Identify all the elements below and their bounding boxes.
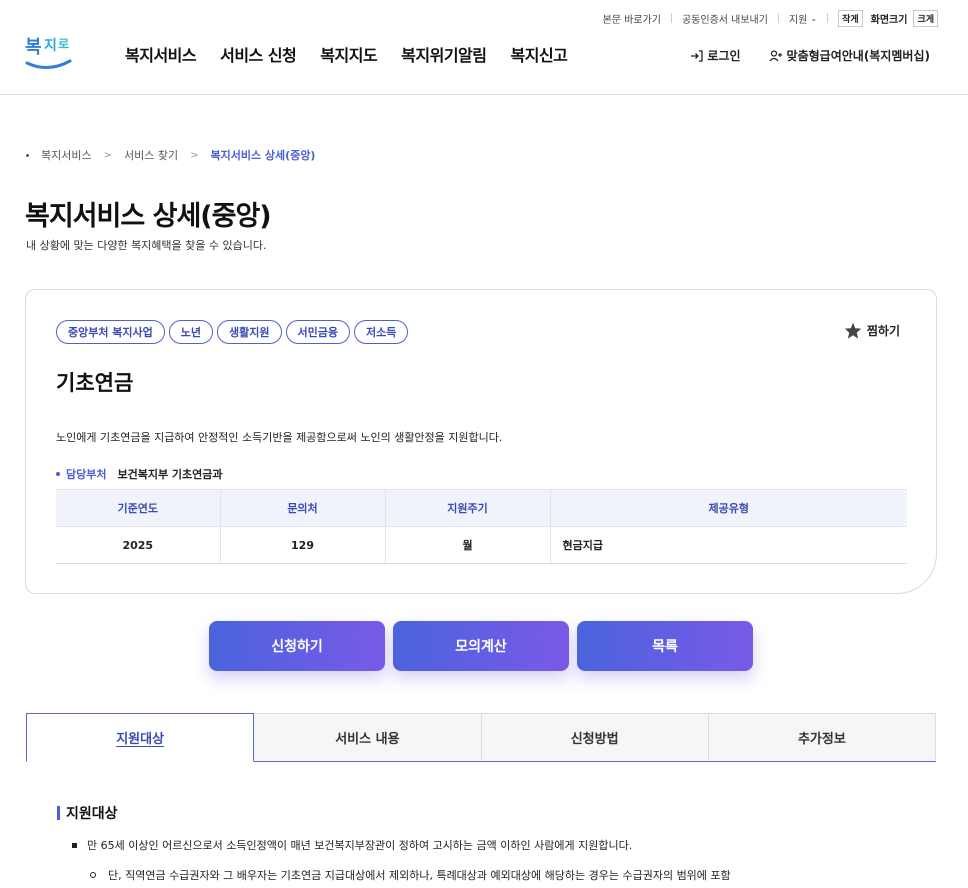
login-link[interactable]: 로그인 xyxy=(690,47,741,64)
favorite-button[interactable]: 찜하기 xyxy=(844,322,900,339)
department-row: 담당부처 보건복지부 기초연금과 xyxy=(56,466,223,482)
table-header: 문의처 xyxy=(219,489,385,527)
chevron-right-icon: > xyxy=(190,149,199,161)
list-item: 만 65세 이상인 어르신으로서 소득인정액이 매년 보건복지부장관이 정하여 … xyxy=(72,837,632,853)
nav-item-crisis-alert[interactable]: 복지위기알림 xyxy=(401,42,487,66)
tag[interactable]: 노년 xyxy=(168,320,214,344)
cert-export-link[interactable]: 공동인증서 내보내기 xyxy=(682,11,768,26)
tab-additional-info[interactable]: 추가정보 xyxy=(708,713,936,761)
svg-text:지: 지 xyxy=(44,38,57,54)
divider xyxy=(827,13,829,23)
tag[interactable]: 저소득 xyxy=(354,320,409,344)
department-value: 보건복지부 기초연금과 xyxy=(117,468,223,481)
user-plus-icon xyxy=(769,49,782,61)
breadcrumb-item[interactable]: 서비스 찾기 xyxy=(124,147,178,163)
section-title-text: 지원대상 xyxy=(66,806,118,822)
table-cell: 월 xyxy=(384,526,550,564)
nav-item-welfare-report[interactable]: 복지신고 xyxy=(511,42,568,66)
detail-tabs: 지원대상 서비스 내용 신청방법 추가정보 xyxy=(26,713,936,762)
list-subitem: 단, 직역연금 수급권자와 그 배우자는 기초연금 지급대상에서 제외하나, 특… xyxy=(90,867,731,883)
table-cell: 129 xyxy=(219,526,385,564)
bullet-icon xyxy=(56,472,60,476)
skip-to-content-link[interactable]: 본문 바로가기 xyxy=(603,11,661,26)
service-info-table: 기준연도 문의처 지원주기 제공유형 2025 129 월 현금지급 xyxy=(56,489,907,564)
breadcrumb-item[interactable]: 복지서비스 xyxy=(41,147,92,163)
star-icon xyxy=(844,322,862,339)
tag[interactable]: 서민금융 xyxy=(285,320,351,344)
page-subtitle: 내 상황에 맞는 다양한 복지혜택을 찾을 수 있습니다. xyxy=(26,239,267,252)
header-divider xyxy=(0,94,968,95)
site-logo[interactable]: 복 지 로 xyxy=(24,31,74,71)
table-row: 2025 129 월 현금지급 xyxy=(56,526,907,564)
membership-label: 맞춤형급여안내(복지멤버십) xyxy=(786,49,930,63)
service-tags: 중앙부처 복지사업 노년 생활지원 서민금융 저소득 xyxy=(56,320,409,344)
home-dot-icon xyxy=(26,153,29,157)
table-cell: 현금지급 xyxy=(549,526,907,564)
nav-item-service-apply[interactable]: 서비스 신청 xyxy=(220,42,297,66)
tag[interactable]: 중앙부처 복지사업 xyxy=(56,320,165,344)
utility-bar: 본문 바로가기 공동인증서 내보내기 지원 ⌄ 작게 화면크기 크게 xyxy=(603,9,938,27)
svg-text:로: 로 xyxy=(58,37,69,51)
circle-bullet-icon xyxy=(90,872,96,878)
region-select-label: 지원 xyxy=(788,14,808,26)
tab-eligibility[interactable]: 지원대상 xyxy=(26,713,255,762)
department-label: 담당부처 xyxy=(66,468,107,481)
table-header: 지원주기 xyxy=(384,489,550,527)
chevron-right-icon: > xyxy=(103,149,112,161)
table-cell: 2025 xyxy=(56,526,220,564)
login-label: 로그인 xyxy=(707,49,741,63)
tab-service-content[interactable]: 서비스 내용 xyxy=(254,713,482,761)
login-icon xyxy=(691,49,704,62)
tab-how-to-apply[interactable]: 신청방법 xyxy=(481,713,709,761)
favorite-label: 찜하기 xyxy=(866,324,900,338)
chevron-down-icon: ⌄ xyxy=(810,13,818,23)
divider xyxy=(670,13,672,23)
font-size-label: 화면크기 xyxy=(870,14,908,26)
table-header: 제공유형 xyxy=(549,489,907,527)
divider xyxy=(777,13,779,23)
header-actions: 로그인 맞춤형급여안내(복지멤버십) xyxy=(690,47,930,64)
service-card: 중앙부처 복지사업 노년 생활지원 서민금융 저소득 찜하기 기초연금 노인에게… xyxy=(25,289,937,594)
main-nav: 복지서비스 서비스 신청 복지지도 복지위기알림 복지신고 xyxy=(125,42,591,66)
square-bullet-icon xyxy=(72,842,77,848)
region-select[interactable]: 지원 ⌄ xyxy=(789,11,817,26)
nav-item-welfare-services[interactable]: 복지서비스 xyxy=(125,42,197,66)
breadcrumb: 복지서비스 > 서비스 찾기 > 복지서비스 상세(중앙) xyxy=(26,147,315,163)
membership-link[interactable]: 맞춤형급여안내(복지멤버십) xyxy=(769,47,930,64)
svg-text:복: 복 xyxy=(25,37,42,58)
font-small-button[interactable]: 작게 xyxy=(838,9,863,27)
font-large-button[interactable]: 크게 xyxy=(913,9,938,27)
service-name: 기초연금 xyxy=(56,371,134,395)
simulate-button[interactable]: 모의계산 xyxy=(393,621,569,671)
breadcrumb-current: 복지서비스 상세(중앙) xyxy=(210,149,316,162)
action-buttons: 신청하기 모의계산 목록 xyxy=(209,621,753,671)
list-button[interactable]: 목록 xyxy=(577,621,753,671)
section-title: 지원대상 xyxy=(57,803,118,823)
tag[interactable]: 생활지원 xyxy=(217,320,282,344)
list-item-text: 만 65세 이상인 어르신으로서 소득인정액이 매년 보건복지부장관이 정하여 … xyxy=(87,839,633,852)
bokjiro-logo-icon: 복 지 로 xyxy=(25,37,72,69)
list-subitem-text: 단, 직역연금 수급권자와 그 배우자는 기초연금 지급대상에서 제외하나, 특… xyxy=(108,869,731,882)
table-header-row: 기준연도 문의처 지원주기 제공유형 xyxy=(56,489,907,527)
page-title: 복지서비스 상세(중앙) xyxy=(25,201,272,232)
apply-button[interactable]: 신청하기 xyxy=(209,621,385,671)
table-header: 기준연도 xyxy=(56,489,220,527)
section-bar-icon xyxy=(57,806,60,820)
nav-item-welfare-map[interactable]: 복지지도 xyxy=(320,42,377,66)
service-description: 노인에게 기초연금을 지급하여 안정적인 소득기반을 제공함으로써 노인의 생활… xyxy=(56,431,503,444)
